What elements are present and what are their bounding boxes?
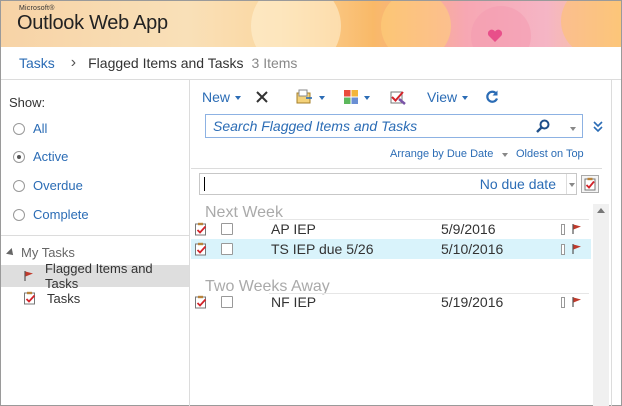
folder-flagged-items[interactable]: Flagged Items and Tasks [1,261,189,291]
search-box[interactable]: Search Flagged Items and Tasks [205,114,583,138]
heart-icon [487,29,503,42]
item-count: 3 Items [251,55,298,71]
collapse-triangle-icon[interactable] [6,247,16,258]
group-label: My Tasks [21,245,75,260]
chevron-down-icon [462,96,469,100]
sort-order-button[interactable]: Oldest on Top [516,148,584,160]
flag-icon[interactable] [571,243,583,255]
search-scope-dropdown[interactable] [565,119,576,134]
add-task-icon[interactable] [581,175,599,193]
new-button[interactable]: New [202,86,242,108]
move-button[interactable] [296,86,325,108]
task-due-date: 5/19/2016 [441,294,504,310]
task-due-date: 5/10/2016 [441,241,504,257]
flag-icon[interactable] [571,296,583,308]
vertical-scrollbar[interactable] [593,204,609,406]
filter-label: Complete [33,207,89,222]
due-date-dropdown[interactable] [566,174,576,194]
category-box[interactable] [561,223,565,235]
breadcrumb-current: Flagged Items and Tasks [88,55,244,71]
divider [611,80,612,406]
divider [1,235,190,236]
breadcrumb-tasks-link[interactable]: Tasks [19,55,55,71]
task-list-pane: New View Search Flagged Items and Tasks … [191,80,611,406]
brand-company: Microsoft® [19,5,55,12]
arrange-by-label: Arrange by Due Date [390,148,494,160]
task-subject: AP IEP [271,221,316,237]
expand-search-icon[interactable] [592,120,604,134]
filter-overdue[interactable]: Overdue [13,178,83,193]
task-row[interactable]: NF IEP 5/19/2016 [191,292,591,312]
folder-tasks[interactable]: Tasks [1,287,189,309]
mark-complete-button[interactable] [389,86,407,108]
task-due-date: 5/9/2016 [441,221,496,237]
filter-label: Active [33,149,69,164]
breadcrumb: Tasks › Flagged Items and Tasks 3 Items [19,53,297,73]
complete-checkbox[interactable] [221,296,233,308]
header-banner: Microsoft® Outlook Web App [1,1,621,47]
chevron-right-icon: › [70,54,77,71]
chevron-down-icon [570,126,576,131]
brand-logo[interactable]: Outlook Web App [17,12,168,35]
radio-button-selected[interactable] [13,150,25,163]
close-icon [256,91,268,103]
show-label: Show: [9,95,46,110]
due-date-field[interactable]: No due date [205,176,566,192]
my-tasks-group[interactable]: My Tasks [6,245,75,260]
view-button-label: View [427,89,458,105]
task-row-selected[interactable]: TS IEP due 5/26 5/10/2016 [191,239,591,259]
categories-icon [344,90,358,104]
banner-decoration [561,1,621,47]
categorize-button[interactable] [343,86,370,108]
search-icon[interactable] [535,118,551,134]
filter-complete[interactable]: Complete [13,207,89,222]
task-subject: TS IEP due 5/26 [271,241,374,257]
filter-all[interactable]: All [13,121,47,136]
radio-button[interactable] [13,122,25,135]
task-icon [24,291,36,305]
banner-decoration [381,1,451,47]
task-subject: NF IEP [271,294,317,310]
chevron-down-icon [364,96,370,100]
task-icon [195,242,207,256]
filter-label: All [33,121,48,136]
left-navigation: Show: All Active Overdue Complete My Tas… [1,80,190,406]
flag-icon [24,271,33,281]
radio-button[interactable] [13,179,25,192]
delete-button[interactable] [254,86,270,108]
category-box[interactable] [561,296,565,308]
refresh-icon [486,90,499,103]
task-icon [195,222,207,236]
radio-button[interactable] [13,208,25,221]
arrange-by-dropdown[interactable]: Arrange by Due Date [390,148,509,160]
task-row[interactable]: AP IEP 5/9/2016 [191,219,591,239]
task-icon [195,295,207,309]
filter-active[interactable]: Active [13,149,68,164]
refresh-button[interactable] [484,86,500,108]
filter-label: Overdue [33,178,83,193]
chevron-down-icon [319,96,325,100]
folder-label: Tasks [47,290,81,306]
chevron-down-icon [502,153,509,157]
toolbar: New View [191,86,611,108]
move-to-folder-icon [296,89,312,104]
category-box[interactable] [561,243,565,255]
complete-checkbox[interactable] [221,243,233,255]
search-input[interactable]: Search Flagged Items and Tasks [206,118,535,134]
new-button-label: New [202,89,231,105]
chevron-down-icon [235,96,242,100]
new-task-input[interactable]: No due date [199,173,577,195]
view-button[interactable]: View [427,86,469,108]
divider [191,168,602,169]
scroll-up-arrow-icon[interactable] [597,208,605,213]
flag-icon[interactable] [571,223,583,235]
chevron-down-icon [568,183,575,187]
complete-checkbox[interactable] [221,223,233,235]
mark-complete-icon [390,91,406,105]
banner-decoration [251,1,341,47]
sort-bar: Arrange by Due Date Oldest on Top [191,148,601,164]
